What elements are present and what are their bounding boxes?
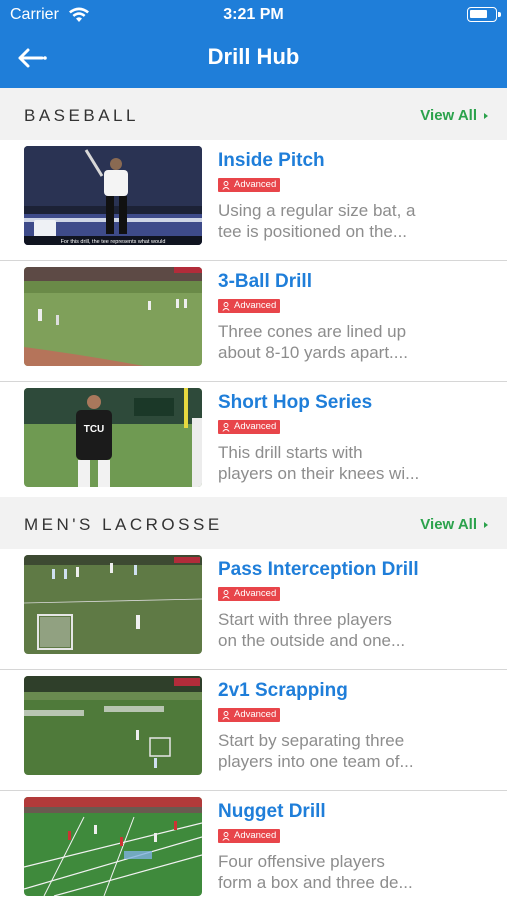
level-badge-label: Advanced [234,300,277,311]
level-badge: Advanced [218,178,281,192]
drill-thumbnail: TCU [24,388,202,487]
level-badge-label: Advanced [234,709,277,720]
drill-row-pass-interception-drill[interactable]: Pass Interception Drill Advanced Start w… [0,549,507,670]
person-icon [222,589,230,599]
drill-description-line: players on their knees wi... [218,464,420,483]
battery-icon [467,7,501,22]
drill-title: Nugget Drill [218,801,326,822]
section-header-baseball: BASEBALL View All [0,88,507,140]
shirt-logo: TCU [84,424,105,435]
level-badge: Advanced [218,708,281,722]
drill-description-line: players into one team of... [218,752,414,771]
level-badge: Advanced [218,420,281,434]
drill-title: Short Hop Series [218,392,373,413]
drill-description-line: form a box and three de... [218,873,413,892]
section-header-mens-lacrosse: MEN'S LACROSSE View All [0,497,507,549]
header: Carrier 3:21 PM Drill Hub [0,0,507,88]
level-badge: Advanced [218,587,281,601]
drill-row-3-ball-drill[interactable]: 3-Ball Drill Advanced Three cones are li… [0,261,507,382]
drill-description-line: Using a regular size bat, a [218,201,416,220]
drill-thumbnail [24,797,202,896]
section-title: BASEBALL [24,106,139,125]
drill-title: Pass Interception Drill [218,559,419,580]
drill-row-nugget-drill[interactable]: Nugget Drill Advanced Four offensive pla… [0,791,507,900]
person-icon [222,180,230,190]
level-badge: Advanced [218,829,281,843]
view-all-link-mens-lacrosse[interactable]: View All [420,516,477,533]
drill-description-line: Start by separating three [218,731,405,750]
drill-row-inside-pitch[interactable]: For this drill, the tee represents what … [0,140,507,261]
drill-description-line: tee is positioned on the... [218,222,408,241]
status-bar: Carrier 3:21 PM [0,0,507,30]
drill-description: Four offensive players form a box and th… [218,851,468,893]
drill-description-line: Four offensive players [218,852,385,871]
drill-description-line: on the outside and one... [218,631,406,650]
drill-thumbnail [24,555,202,654]
view-all-link-baseball[interactable]: View All [420,107,477,124]
drill-description: This drill starts with players on their … [218,442,468,484]
drill-thumbnail: For this drill, the tee represents what … [24,146,202,245]
drill-title: Inside Pitch [218,150,325,171]
drill-description-line: Three cones are lined up [218,322,407,341]
drill-description-line: Start with three players [218,610,392,629]
drill-description: Using a regular size bat, a tee is posit… [218,200,468,242]
drill-description-line: This drill starts with [218,443,363,462]
status-time: 3:21 PM [223,6,284,23]
drill-title: 2v1 Scrapping [218,680,348,701]
drill-description: Start with three players on the outside … [218,609,468,651]
page-title: Drill Hub [207,44,300,69]
app-screen: Carrier 3:21 PM Drill Hub BASEBALL View … [0,0,507,900]
person-icon [222,710,230,720]
drill-thumbnail [24,267,202,366]
level-badge-label: Advanced [234,179,277,190]
nav-bar: Drill Hub [0,30,507,88]
person-icon [222,301,230,311]
thumbnail-caption: For this drill, the tee represents what … [61,239,166,245]
person-icon [222,422,230,432]
drill-row-short-hop-series[interactable]: TCU Short Hop Series Advanced This drill… [0,382,507,503]
drill-description: Three cones are lined up about 8-10 yard… [218,321,468,363]
level-badge-label: Advanced [234,830,277,841]
section-title: MEN'S LACROSSE [24,515,223,534]
drill-title: 3-Ball Drill [218,271,312,292]
drill-description-line: about 8-10 yards apart.... [218,343,408,362]
level-badge: Advanced [218,299,281,313]
level-badge-label: Advanced [234,588,277,599]
caret-right-icon [484,522,488,528]
level-badge-label: Advanced [234,421,277,432]
drill-thumbnail [24,676,202,775]
drill-description: Start by separating three players into o… [218,730,468,772]
person-icon [222,831,230,841]
caret-right-icon [484,113,488,119]
drill-row-2v1-scrapping[interactable]: 2v1 Scrapping Advanced Start by separati… [0,670,507,791]
